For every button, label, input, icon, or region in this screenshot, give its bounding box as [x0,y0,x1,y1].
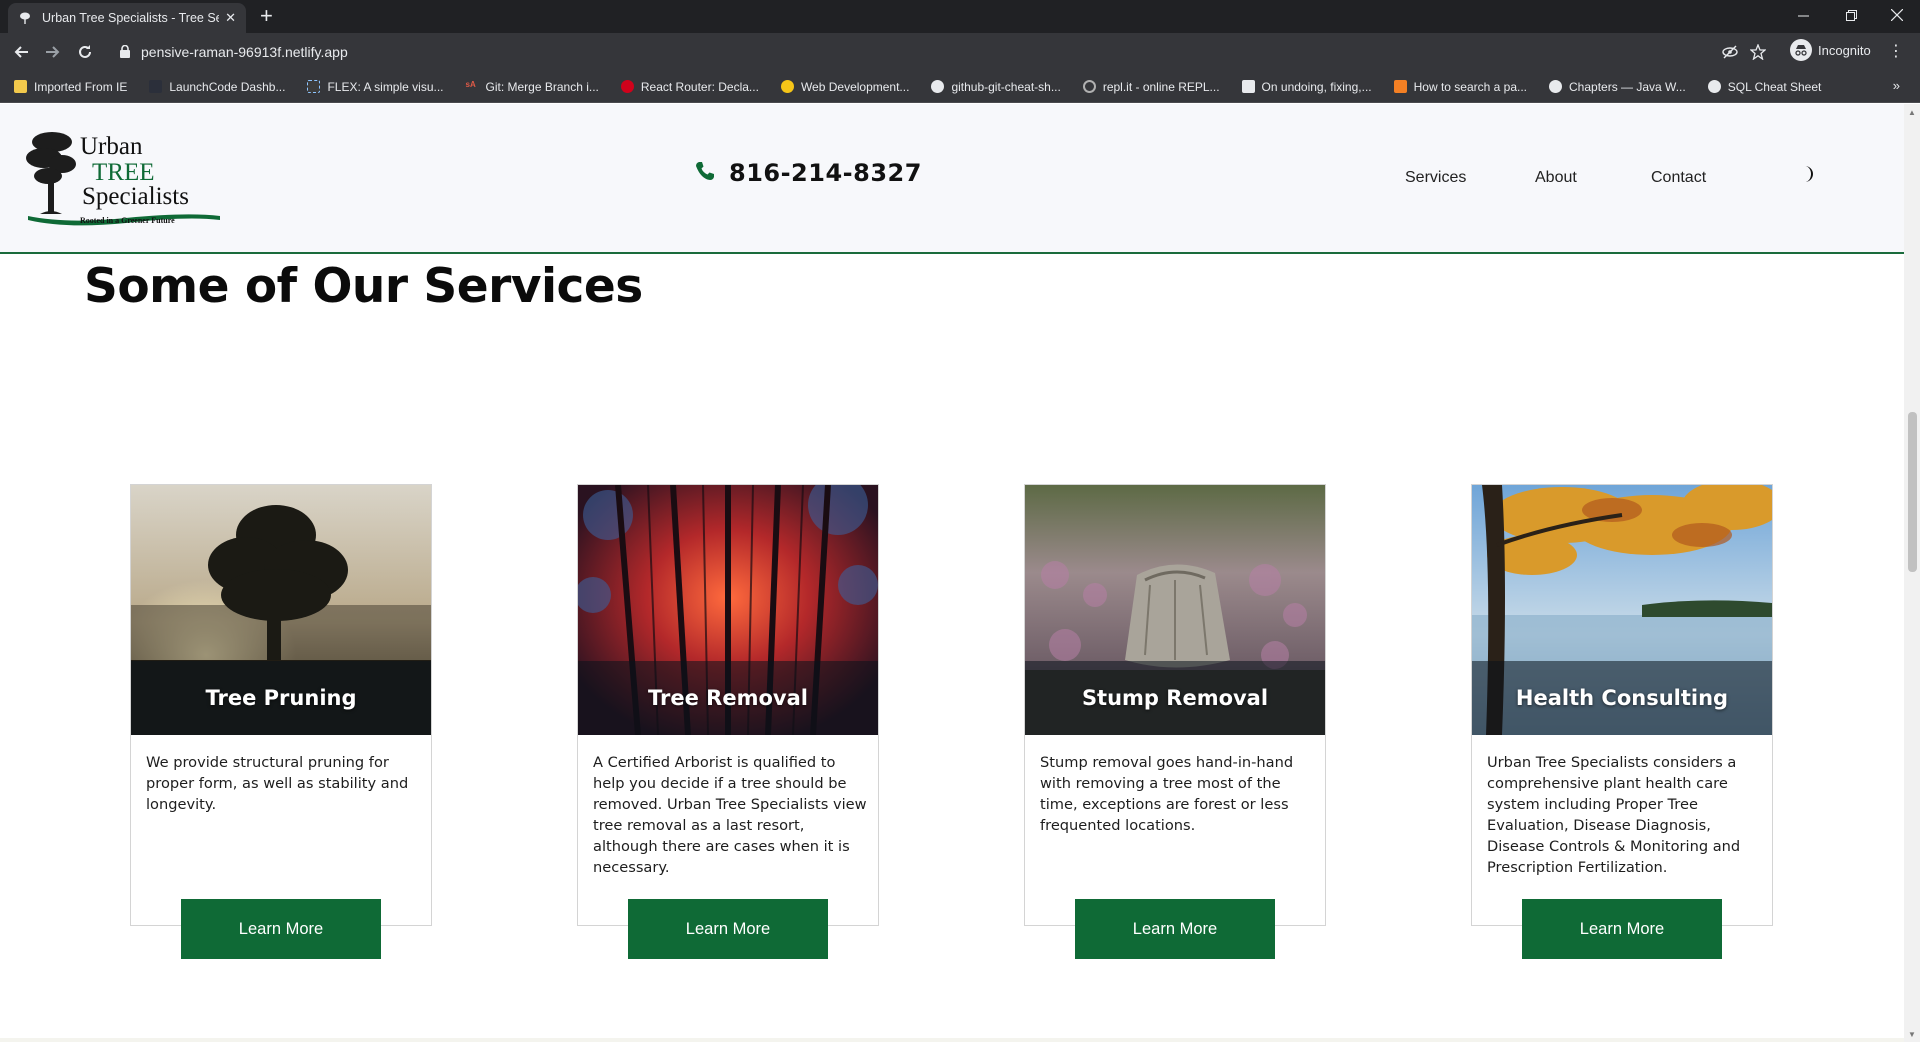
star-icon[interactable] [1749,43,1767,65]
site-logo[interactable]: Urban TREE Specialists Rooted in a Green… [26,128,222,232]
forward-arrow-icon[interactable] [42,41,64,63]
browser-menu-icon[interactable]: ⋮ [1888,41,1904,61]
bookmark-item[interactable]: On undoing, fixing,... [1241,80,1372,94]
card-caption: Stump Removal [1025,661,1325,735]
incognito-icon [1790,39,1812,61]
card-caption: Tree Pruning [131,661,431,735]
eye-off-icon[interactable] [1722,44,1738,65]
scroll-up-icon[interactable]: ▲ [1908,108,1916,117]
tree-pruning-image: Tree Pruning [131,485,431,735]
bookmark-item[interactable]: repl.it - online REPL... [1082,80,1220,94]
health-consulting-image: Health Consulting [1472,485,1772,735]
service-card-stump-removal: Stump Removal Stump removal goes hand-in… [1024,484,1326,959]
new-tab-icon[interactable]: + [260,4,273,28]
learn-more-button[interactable]: Learn More [1075,899,1275,959]
nav-link-about[interactable]: About [1535,169,1577,187]
browser-tab[interactable]: Urban Tree Specialists - Tree Serv ✕ [8,3,246,33]
bookmark-item[interactable]: sA Git: Merge Branch i... [466,80,599,94]
service-card-health-consulting: Health Consulting Urban Tree Specialists… [1471,484,1773,959]
tab-title: Urban Tree Specialists - Tree Serv [42,11,220,25]
card-description: We provide structural pruning for proper… [146,754,409,813]
stack-icon [1393,80,1407,93]
bookmark-item[interactable]: How to search a pa... [1393,80,1527,94]
svg-text:Urban: Urban [80,133,143,160]
bookmark-item[interactable]: Web Development... [780,80,909,94]
learn-more-button[interactable]: Learn More [628,899,828,959]
address-bar[interactable]: pensive-raman-96913f.netlify.app [110,36,1770,68]
az-icon [1241,80,1255,93]
browser-tab-strip: Urban Tree Specialists - Tree Serv ✕ + [0,0,1920,33]
nav-link-contact[interactable]: Contact [1651,169,1706,187]
dark-mode-toggle[interactable] [1797,164,1817,189]
card-description: A Certified Arborist is qualified to hel… [593,754,867,876]
card-caption: Tree Removal [578,661,878,735]
chapters-icon [1549,80,1563,93]
nav-link-services[interactable]: Services [1405,169,1466,187]
folder-icon [14,80,27,93]
page-viewport: Urban TREE Specialists Rooted in a Green… [0,104,1904,1042]
b-icon [780,80,794,93]
react-router-icon [620,80,634,93]
tab-close-icon[interactable]: ✕ [225,10,236,26]
bookmark-item[interactable]: github-git-cheat-sh... [931,80,1061,94]
github-icon [931,80,945,93]
browser-toolbar: pensive-raman-96913f.netlify.app Incogni… [0,33,1920,71]
moon-icon [1797,166,1817,188]
next-section-edge [0,1038,1904,1042]
card-description: Stump removal goes hand-in-hand with rem… [1040,754,1294,834]
learn-more-button[interactable]: Learn More [1522,899,1722,959]
incognito-label: Incognito [1818,42,1871,58]
bookmarks-overflow-icon[interactable]: » [1893,78,1900,93]
lock-icon[interactable] [120,44,130,63]
restore-icon[interactable] [1828,0,1874,30]
tree-removal-image: Tree Removal [578,485,878,735]
bookmark-item[interactable]: FLEX: A simple visu... [307,80,444,94]
sql-icon [1707,80,1721,93]
bookmark-item[interactable]: Chapters — Java W... [1549,80,1686,94]
incognito-profile[interactable]: Incognito [1790,39,1871,61]
bookmark-item[interactable]: LaunchCode Dashb... [149,80,285,94]
service-card-tree-pruning: Tree Pruning We provide structural pruni… [130,484,432,959]
url-text: pensive-raman-96913f.netlify.app [141,44,348,60]
svg-text:TREE: TREE [92,159,155,186]
card-title: Tree Removal [648,686,808,710]
phone-icon [695,161,715,186]
minimize-icon[interactable] [1780,0,1826,30]
card-title: Stump Removal [1081,686,1269,710]
svg-text:Specialists: Specialists [82,183,189,210]
bookmark-item[interactable]: SQL Cheat Sheet [1707,80,1821,94]
phone-contact[interactable]: 816-214-8327 [695,159,922,187]
learn-more-button[interactable]: Learn More [181,899,381,959]
site-header: Urban TREE Specialists Rooted in a Green… [0,104,1904,254]
tree-favicon-icon [18,11,32,25]
bookmark-item[interactable]: React Router: Decla... [620,80,759,94]
bookmarks-bar: Imported From IE LaunchCode Dashb... FLE… [0,71,1920,103]
back-arrow-icon[interactable] [10,41,32,63]
stump-removal-image: Stump Removal [1025,485,1325,735]
svg-text:Rooted in a Greener Future: Rooted in a Greener Future [80,216,175,225]
close-window-icon[interactable] [1874,0,1920,30]
service-card-tree-removal: Tree Removal A Certified Arborist is qua… [577,484,879,959]
replit-icon [1082,80,1096,93]
sa-icon: sA [465,80,476,89]
scroll-down-icon[interactable]: ▼ [1908,1030,1916,1039]
phone-number[interactable]: 816-214-8327 [729,159,922,187]
card-description: Urban Tree Specialists considers a compr… [1487,754,1741,876]
card-title: Health Consulting [1515,686,1729,710]
reload-icon[interactable] [74,41,96,63]
launchcode-icon [149,80,163,93]
bookmark-item[interactable]: Imported From IE [14,80,127,94]
page-scrollbar[interactable]: ▲ ▼ [1904,104,1920,1042]
flex-icon [307,80,321,93]
card-title: Tree Pruning [205,686,357,710]
card-caption: Health Consulting [1472,661,1772,735]
services-heading: Some of Our Services [84,259,643,314]
scrollbar-thumb[interactable] [1908,412,1917,572]
